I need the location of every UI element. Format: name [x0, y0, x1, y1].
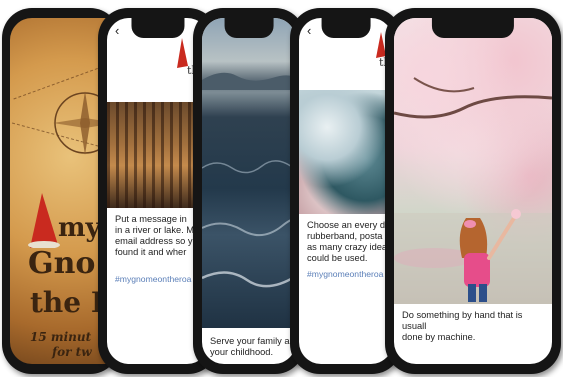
cover-title-line2: Gno — [28, 246, 96, 281]
hashtag-link[interactable]: #mygnomeontheroa — [307, 269, 383, 279]
scene-overlay — [394, 77, 552, 304]
cover-subtitle-line1: 15 minut — [30, 330, 92, 344]
caption-text: Serve your family a your childhood. — [210, 336, 290, 357]
phone-notch — [131, 18, 185, 38]
cover-subtitle-line2: for tw — [52, 345, 92, 359]
screen-ocean: Serve your family a your childhood. — [202, 18, 296, 364]
photo-cherry-blossom — [394, 18, 552, 304]
caption-text: Do something by hand that is usuall done… — [402, 310, 523, 342]
caption-text: Choose an every d rubberband, posta as m… — [307, 220, 388, 263]
photo-riverside-buildings — [107, 102, 197, 208]
phone-notch — [224, 18, 274, 38]
waves-overlay — [202, 72, 296, 288]
back-arrow-icon[interactable]: ‹ — [115, 23, 119, 38]
gnome-hat-icon — [28, 193, 60, 248]
phone-notch — [321, 18, 371, 38]
cover-title-line1: my — [58, 213, 101, 243]
phone-ocean: Serve your family a your childhood. — [193, 8, 305, 374]
caption-text: Put a message in in a river or lake. M e… — [115, 214, 195, 257]
photo-ocean-waves — [202, 18, 296, 328]
back-arrow-icon[interactable]: ‹ — [307, 23, 311, 38]
screen-flowers: ‹ th Choose an every d rubberband, posta… — [299, 18, 393, 364]
hashtag-link[interactable]: #mygnomeontheroa — [115, 274, 191, 284]
photo-flowers — [299, 90, 393, 214]
phone-cherry-blossom: Do something by hand that is usuall done… — [385, 8, 561, 374]
phone-notch — [431, 18, 515, 38]
screen-cherry-blossom: Do something by hand that is usuall done… — [394, 18, 552, 364]
